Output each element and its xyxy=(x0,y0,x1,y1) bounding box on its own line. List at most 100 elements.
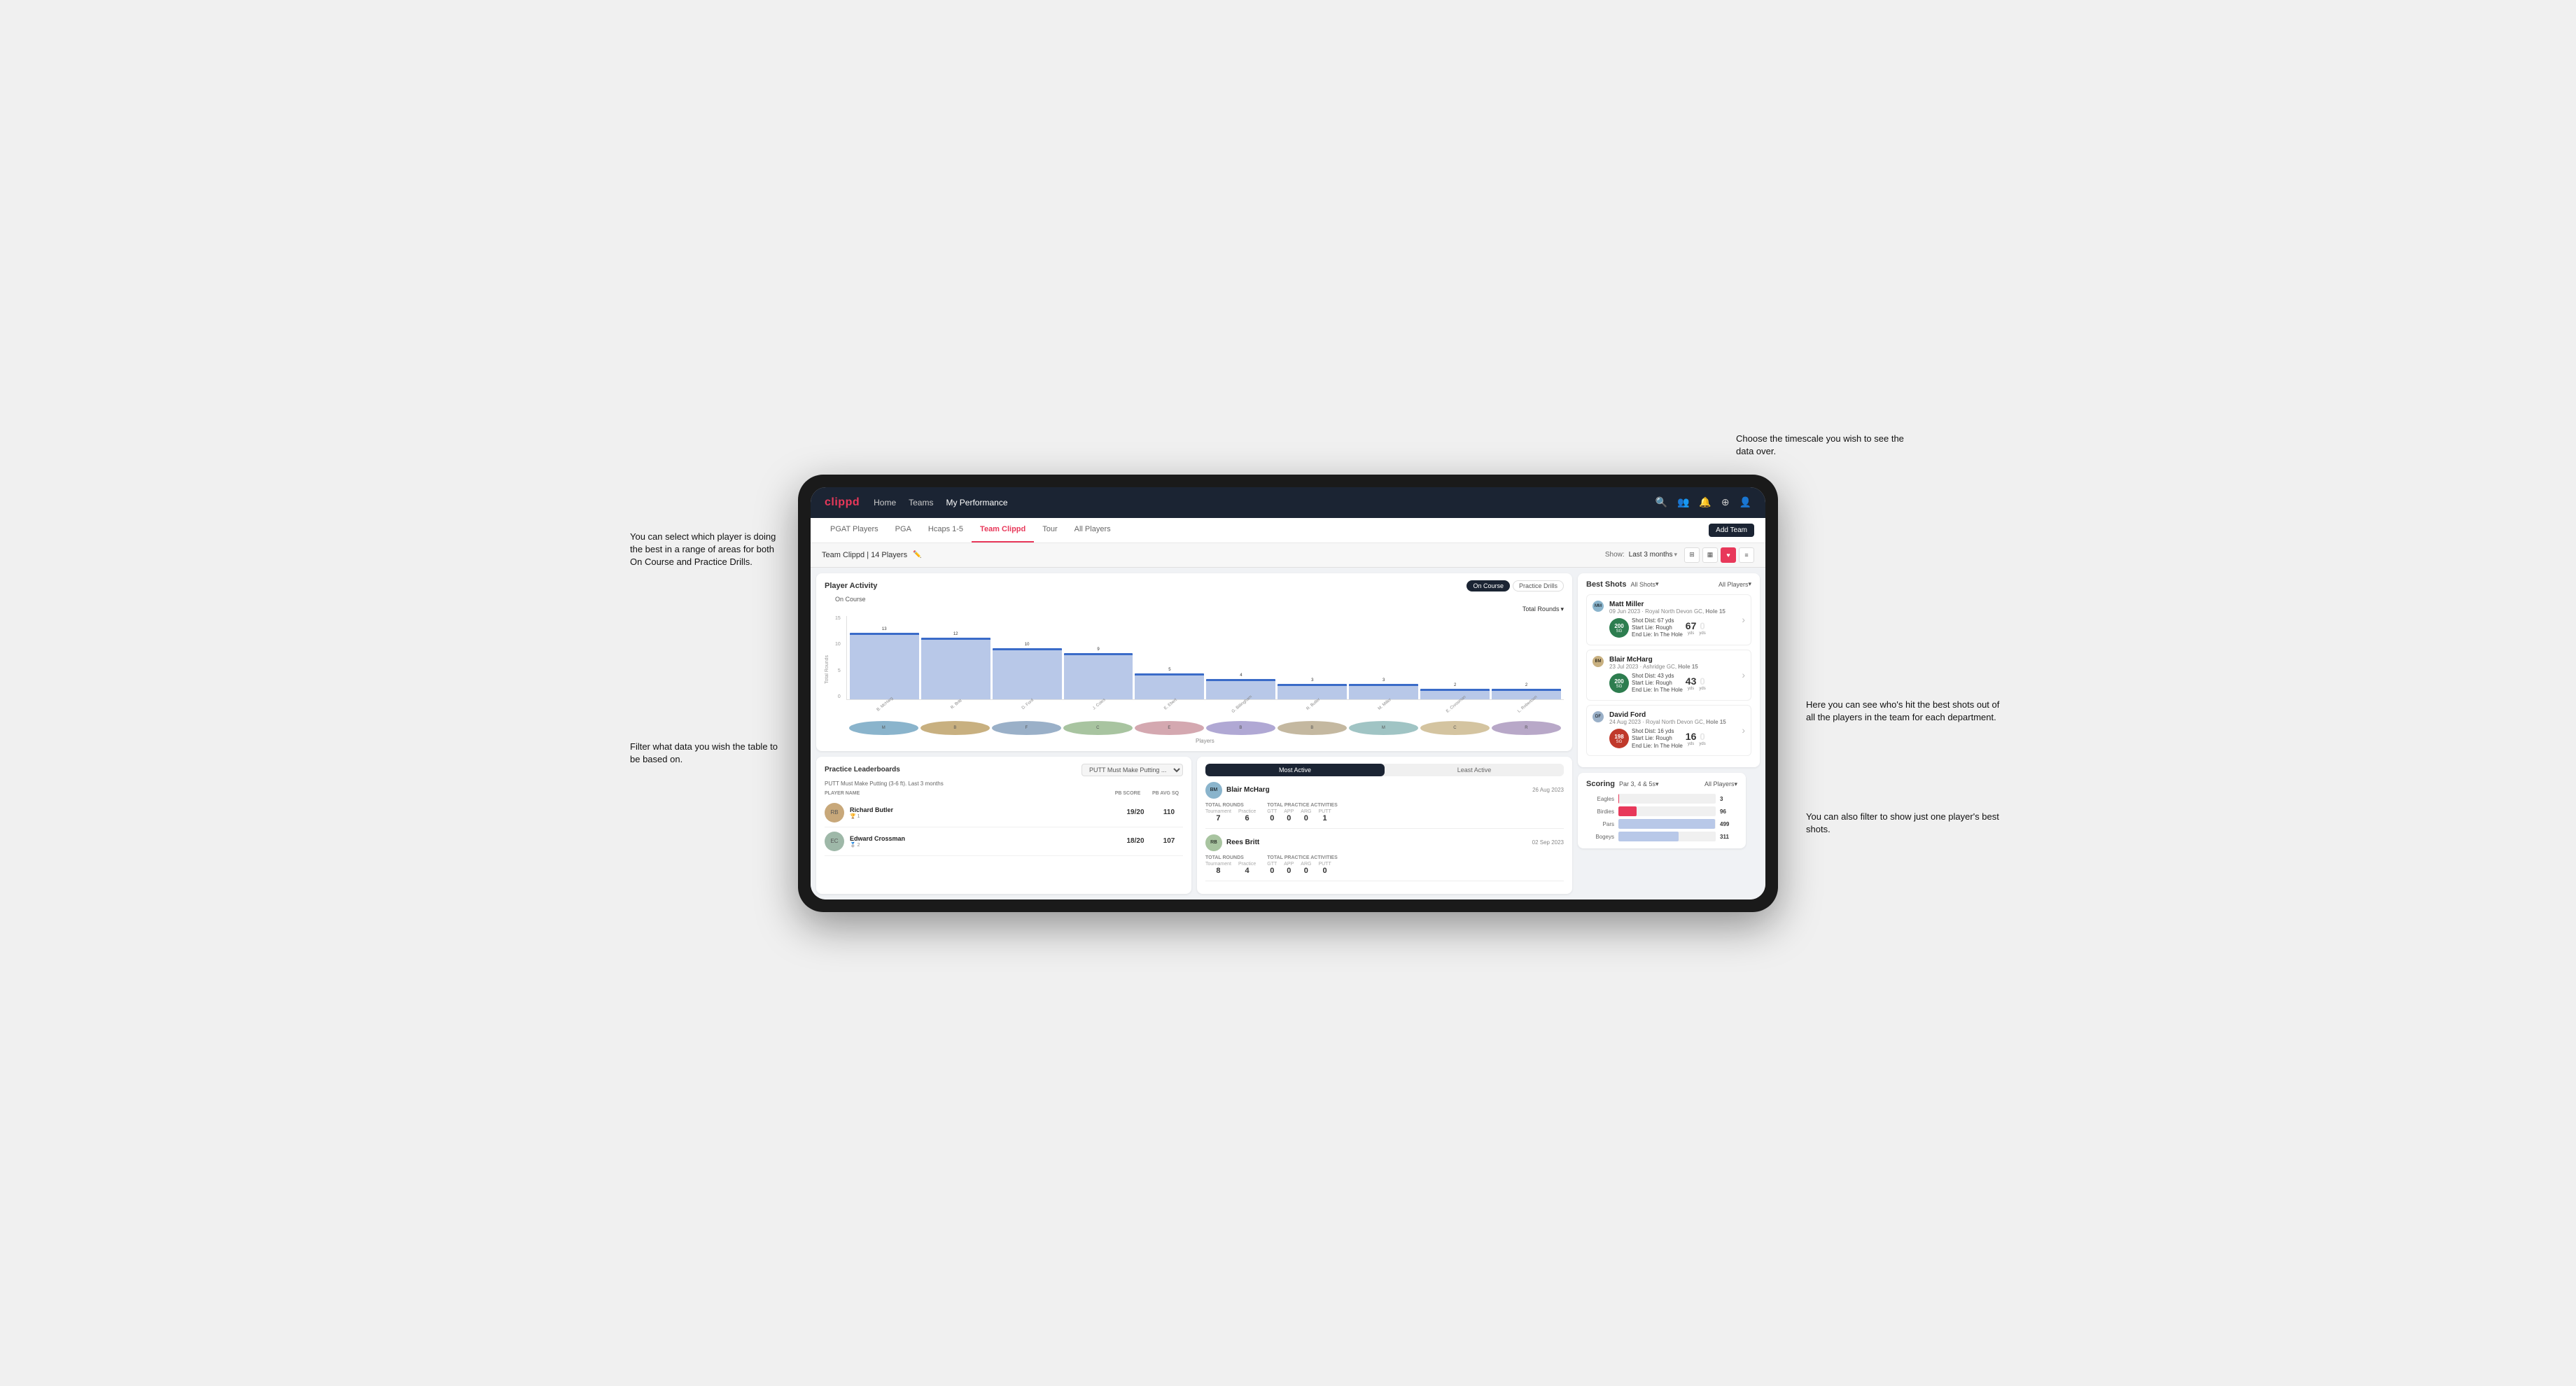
active-player-header-2: RB Rees Britt 02 Sep 2023 xyxy=(1205,834,1564,851)
shot-player-info-1: Matt Miller 09 Jun 2023 · Royal North De… xyxy=(1609,601,1736,639)
tab-least-active[interactable]: Least Active xyxy=(1385,764,1564,776)
view-grid[interactable]: ▦ xyxy=(1702,547,1718,563)
bar-group-2: 10 xyxy=(993,643,1062,699)
team-header: Team Clippd | 14 Players ✏️ Show: Last 3… xyxy=(811,543,1765,568)
activities-sub-2: GTT 0 APP 0 xyxy=(1267,862,1337,875)
shot-badge-1: 200 SG xyxy=(1609,618,1629,638)
scoring-pars-value: 499 xyxy=(1720,821,1737,827)
scoring-birdies-bar xyxy=(1618,806,1637,816)
add-team-button[interactable]: Add Team xyxy=(1709,524,1754,537)
bar-label-1: 12 xyxy=(953,632,958,636)
scoring-title: Scoring xyxy=(1586,780,1615,788)
active-player-header-1: BM Blair McHarg 26 Aug 2023 xyxy=(1205,782,1564,799)
all-players-dropdown[interactable]: All Players ▾ xyxy=(1718,580,1751,588)
lb-score-2: 18/20 xyxy=(1121,837,1149,845)
view-heart[interactable]: ♥ xyxy=(1721,547,1736,563)
active-stats-2: Total Rounds Tournament 8 Practice xyxy=(1205,855,1564,875)
avatars-row: MBFCEBBMCR xyxy=(846,721,1564,735)
people-icon[interactable]: 👥 xyxy=(1677,496,1689,508)
search-icon[interactable]: 🔍 xyxy=(1656,496,1667,508)
shot-details-2: 200 SG Shot Dist: 43 ydsStart Lie: Rough… xyxy=(1609,673,1736,694)
scoring-players-dropdown[interactable]: All Players ▾ xyxy=(1704,780,1737,788)
scoring-bogeys-value: 311 xyxy=(1720,834,1737,840)
add-icon[interactable]: ⊕ xyxy=(1721,496,1730,508)
tab-hcaps[interactable]: Hcaps 1-5 xyxy=(920,518,972,542)
tab-most-active[interactable]: Most Active xyxy=(1205,764,1385,776)
scoring-pars-label: Pars xyxy=(1586,821,1614,827)
bar-label-8: 2 xyxy=(1454,683,1456,687)
gtt-value-2: 0 xyxy=(1267,867,1277,875)
annotation-right-middle: Here you can see who's hit the best shot… xyxy=(1806,699,2002,724)
total-rounds-dropdown[interactable]: Total Rounds ▾ xyxy=(1522,606,1564,613)
tab-team-clippd[interactable]: Team Clippd xyxy=(972,518,1034,542)
putt-value-2: 0 xyxy=(1318,867,1331,875)
rounds-sub: Tournament 7 Practice 6 xyxy=(1205,809,1256,822)
lb-rank-2: 🥈 2 xyxy=(850,842,1116,848)
show-chevron: ▾ xyxy=(1674,551,1677,559)
lb-rank-1: 🏆 1 xyxy=(850,813,1116,819)
tab-pga[interactable]: PGA xyxy=(887,518,920,542)
tournament-label: Tournament xyxy=(1205,809,1231,814)
tab-practice-drills[interactable]: Practice Drills xyxy=(1513,580,1564,592)
scoring-bogeys-label: Bogeys xyxy=(1586,834,1614,840)
chevron-right-3: › xyxy=(1742,724,1745,736)
shot-item-3[interactable]: DF David Ford 24 Aug 2023 · Royal North … xyxy=(1586,705,1751,756)
bar-8 xyxy=(1420,689,1490,699)
activities-sub: GTT 0 APP 0 xyxy=(1267,809,1337,822)
tab-pgat-players[interactable]: PGAT Players xyxy=(822,518,887,542)
logo: clippd xyxy=(825,496,860,509)
tab-tour[interactable]: Tour xyxy=(1034,518,1065,542)
shot-meta-3: 24 Aug 2023 · Royal North Devon GC, Hole… xyxy=(1609,719,1736,725)
shot-avatar-3: DF xyxy=(1592,711,1604,722)
lb-avatar-2: EC xyxy=(825,832,844,851)
arg-label-2: ARG xyxy=(1301,862,1311,867)
profile-icon[interactable]: 👤 xyxy=(1740,496,1751,508)
scoring-eagles-value: 3 xyxy=(1720,796,1737,802)
bar-9 xyxy=(1492,689,1561,699)
best-shots-header: Best Shots All Shots ▾ All Players ▾ xyxy=(1586,580,1751,589)
bar-label-9: 2 xyxy=(1525,683,1527,687)
leaderboard-dropdown[interactable]: PUTT Must Make Putting ... xyxy=(1082,764,1183,776)
tablet-frame: clippd Home Teams My Performance 🔍 👥 🔔 ⊕… xyxy=(798,475,1778,912)
active-player-1: BM Blair McHarg 26 Aug 2023 Total Rounds xyxy=(1205,782,1564,829)
tab-all-players[interactable]: All Players xyxy=(1066,518,1119,542)
view-grid-large[interactable]: ⊞ xyxy=(1684,547,1700,563)
bar-0 xyxy=(850,633,919,699)
arg-value: 0 xyxy=(1301,814,1311,822)
view-list[interactable]: ≡ xyxy=(1739,547,1754,563)
active-date-1: 26 Aug 2023 xyxy=(1532,787,1564,793)
scoring-eagles-bar-container xyxy=(1618,794,1716,804)
shot-dist2-2: 0 yds xyxy=(1699,676,1705,691)
nav-home[interactable]: Home xyxy=(874,498,896,507)
shot-dist2: 0 yds xyxy=(1699,620,1705,636)
leaderboard-title: Practice Leaderboards xyxy=(825,766,900,774)
shot-meta-1: 09 Jun 2023 · Royal North Devon GC, Hole… xyxy=(1609,608,1736,615)
shot-dist1: 67 yds xyxy=(1686,620,1697,636)
card-header: Player Activity On Course Practice Drill… xyxy=(825,580,1564,592)
show-select[interactable]: Last 3 months xyxy=(1629,551,1673,559)
total-rounds-label: Total Rounds xyxy=(1205,803,1256,808)
shot-item-1[interactable]: MM Matt Miller 09 Jun 2023 · Royal North… xyxy=(1586,594,1751,645)
nav-my-performance[interactable]: My Performance xyxy=(946,498,1007,507)
putt-label-2: PUTT xyxy=(1318,862,1331,867)
bell-icon[interactable]: 🔔 xyxy=(1699,496,1711,508)
scoring-pars-bar xyxy=(1618,819,1715,829)
edit-icon[interactable]: ✏️ xyxy=(913,551,921,559)
show-label: Show: xyxy=(1605,551,1625,559)
bar-3 xyxy=(1064,653,1133,699)
bars-wrapper: 1312109543322 B. McHargR. BrittD. FordJ.… xyxy=(846,616,1564,744)
scoring-par-dropdown[interactable]: Par 3, 4 & 5s ▾ xyxy=(1619,780,1659,788)
practice-value-2: 4 xyxy=(1238,867,1256,875)
annotation-left-bottom: Filter what data you wish the table to b… xyxy=(630,741,784,766)
nav-teams[interactable]: Teams xyxy=(909,498,933,507)
lb-col-score: PB SCORE xyxy=(1110,791,1145,796)
activity-tabs: On Course Practice Drills xyxy=(1466,580,1564,592)
active-name-2: Rees Britt xyxy=(1226,839,1259,846)
all-shots-dropdown[interactable]: All Shots ▾ xyxy=(1630,580,1658,588)
scoring-card: Scoring Par 3, 4 & 5s ▾ All Players ▾ Ea… xyxy=(1578,773,1746,848)
shot-item-2[interactable]: BM Blair McHarg 23 Jul 2023 · Ashridge G… xyxy=(1586,650,1751,701)
putt-item-2: PUTT 0 xyxy=(1318,862,1331,875)
chart-wrapper: Total Rounds On Course Total Rounds ▾ xyxy=(825,596,1564,744)
tab-on-course[interactable]: On Course xyxy=(1466,580,1510,592)
practice-item: Practice 6 xyxy=(1238,809,1256,822)
